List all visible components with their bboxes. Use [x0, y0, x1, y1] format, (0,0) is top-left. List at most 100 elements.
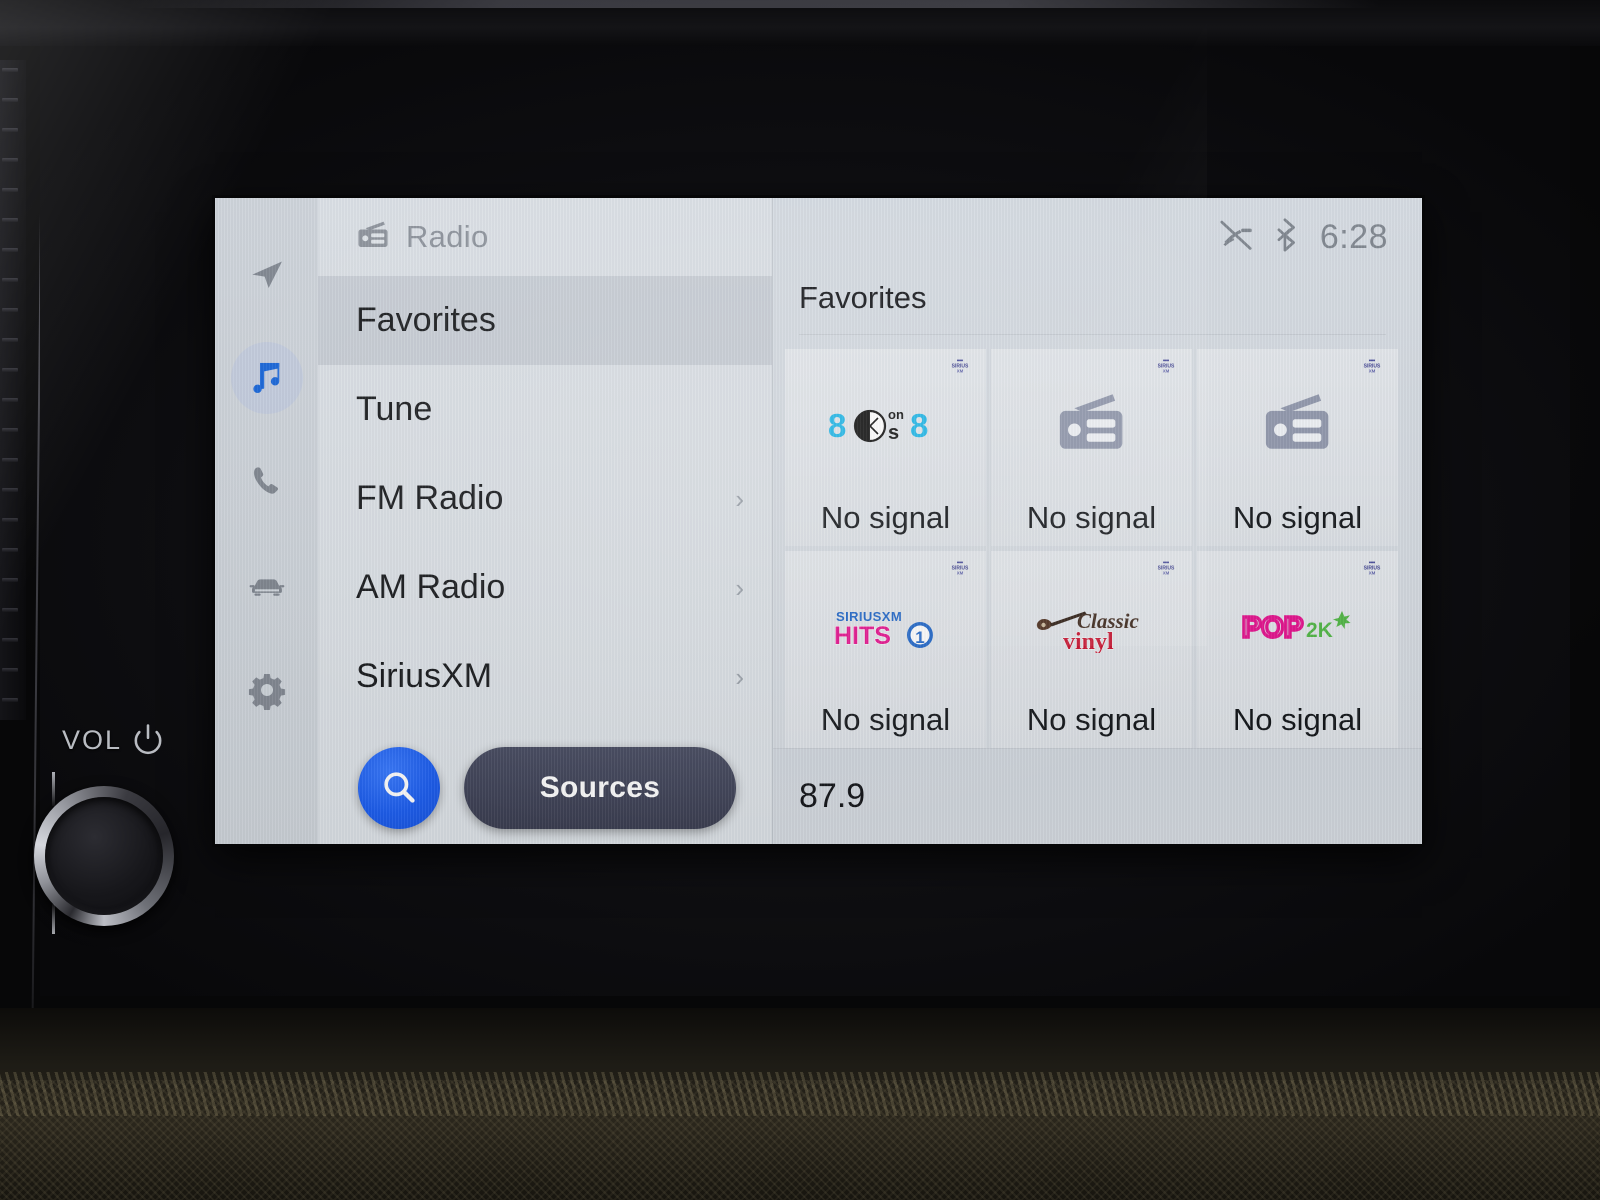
pane-title: Favorites [799, 280, 927, 315]
siriusxm-badge: SIRIUS XM [1359, 561, 1385, 577]
tile-status: No signal [1026, 500, 1157, 535]
vent-slat [2, 578, 18, 582]
knob-tick-upper [52, 772, 55, 806]
menu-header: Radio [318, 198, 772, 276]
volume-knob[interactable] [34, 772, 174, 934]
vent-slat [2, 248, 18, 252]
svg-text:s: s [888, 422, 899, 444]
tile-status: No signal [1026, 702, 1157, 737]
infotainment-screen: Radio Favorites Tune FM Radio › AM Radio… [215, 198, 1422, 844]
tile-status: No signal [820, 500, 951, 535]
menu-item-label: FM Radio [356, 479, 504, 517]
vent-slat [2, 488, 18, 492]
status-bar: 6:28 [773, 198, 1422, 276]
favorite-tile[interactable]: SIRIUS XM POP 2K No signal [1197, 551, 1398, 748]
menu-item-label: AM Radio [356, 568, 506, 606]
vent-slat [2, 188, 18, 192]
vent-slat [2, 398, 18, 402]
sidebar-item-navigation[interactable] [231, 238, 303, 310]
favorite-tile[interactable]: SIRIUS XM No signal [1197, 349, 1398, 546]
volume-control-label-group: VOL [62, 716, 202, 764]
gear-icon [247, 670, 287, 710]
chevron-right-icon: › [735, 661, 744, 692]
favorites-grid: SIRIUS XM 8 on s 8 No signal SIRIUS XM N… [773, 335, 1422, 748]
chevron-right-icon: › [735, 572, 744, 603]
sidebar-item-vehicle[interactable] [231, 550, 303, 622]
car-icon [246, 565, 288, 607]
sidebar-item-phone[interactable] [231, 446, 303, 518]
navigation-arrow-icon [247, 254, 287, 294]
power-icon [131, 723, 165, 757]
knob-tick-lower [52, 904, 55, 934]
vent-slat [2, 218, 18, 222]
tile-status: No signal [1232, 500, 1363, 535]
favorites-pane: 6:28 Favorites SIRIUS XM 8 on s 8 No sig… [773, 198, 1422, 844]
svg-text:vinyl: vinyl [1063, 629, 1114, 653]
menu-item-favorites[interactable]: Favorites [318, 276, 772, 365]
dashboard: Radio Favorites Tune FM Radio › AM Radio… [0, 0, 1600, 1200]
siriusxm-badge: SIRIUS XM [1153, 561, 1179, 577]
vent-slat [2, 158, 18, 162]
siriusxm-badge: SIRIUS XM [1359, 359, 1385, 375]
sidebar-item-media[interactable] [230, 342, 303, 414]
clock: 6:28 [1319, 217, 1388, 256]
svg-text:XM: XM [1369, 368, 1376, 373]
tile-status: No signal [820, 702, 951, 737]
sources-button[interactable]: Sources [464, 747, 736, 829]
svg-text:XM: XM [957, 368, 964, 373]
air-vent [0, 60, 26, 720]
svg-text:8: 8 [910, 407, 928, 444]
svg-text:on: on [888, 407, 904, 422]
search-icon [379, 767, 419, 810]
svg-text:XM: XM [1163, 368, 1170, 373]
siriusxm-badge: SIRIUS XM [947, 561, 973, 577]
bluetooth-icon [1276, 217, 1298, 257]
radio-icon [356, 220, 390, 255]
svg-text:XM: XM [1369, 570, 1376, 575]
vent-slat [2, 128, 18, 132]
vent-slat [2, 368, 18, 372]
dash-top-highlight [130, 0, 1380, 8]
vent-slat [2, 608, 18, 612]
menu-item-tune[interactable]: Tune [318, 365, 772, 454]
svg-text:HITS: HITS [834, 622, 891, 650]
radio-menu-panel: Radio Favorites Tune FM Radio › AM Radio… [318, 198, 773, 844]
vent-slat [2, 428, 18, 432]
vent-slat [2, 698, 18, 702]
tile-status: No signal [1232, 702, 1363, 737]
favorite-tile[interactable]: SIRIUS XM 8 on s 8 No signal [785, 349, 986, 546]
favorite-tile[interactable]: SIRIUS XM No signal [991, 349, 1192, 546]
siriusxm-badge: SIRIUS XM [1153, 359, 1179, 375]
carpet-edge-ridge [0, 1072, 1600, 1116]
favorite-tile[interactable]: SIRIUS XM SIRIUSXM HITS 1 No signal [785, 551, 986, 748]
svg-text:2K: 2K [1306, 619, 1333, 642]
menu-item-am-radio[interactable]: AM Radio › [318, 543, 772, 632]
menu-item-label: Tune [356, 390, 433, 428]
vent-slat [2, 278, 18, 282]
phone-icon [247, 462, 287, 502]
vent-slat [2, 638, 18, 642]
vent-slat [2, 548, 18, 552]
svg-text:POP: POP [1242, 612, 1303, 644]
menu-item-label: SiriusXM [356, 657, 493, 695]
menu-item-siriusxm[interactable]: SiriusXM › [318, 632, 772, 721]
menu-item-fm-radio[interactable]: FM Radio › [318, 454, 772, 543]
menu-list: Favorites Tune FM Radio › AM Radio › Sir… [318, 276, 772, 732]
svg-text:XM: XM [957, 570, 964, 575]
vent-slat [2, 518, 18, 522]
vent-slat [2, 338, 18, 342]
vent-slat [2, 668, 18, 672]
siriusxm-badge: SIRIUS XM [947, 359, 973, 375]
volume-label: VOL [62, 724, 123, 755]
music-note-icon [246, 357, 288, 399]
search-button[interactable] [358, 747, 440, 829]
svg-text:XM: XM [1163, 570, 1170, 575]
favorite-tile[interactable]: SIRIUS XM Classic vinyl No signal [991, 551, 1192, 748]
microphone-muted-icon [1218, 218, 1254, 257]
menu-header-label: Radio [406, 219, 489, 254]
menu-footer: Sources [318, 732, 772, 844]
frequency-display: 87.9 [799, 777, 866, 815]
now-playing-bar[interactable]: 87.9 [773, 748, 1422, 844]
vent-slat [2, 308, 18, 312]
sidebar-item-settings[interactable] [231, 654, 303, 726]
